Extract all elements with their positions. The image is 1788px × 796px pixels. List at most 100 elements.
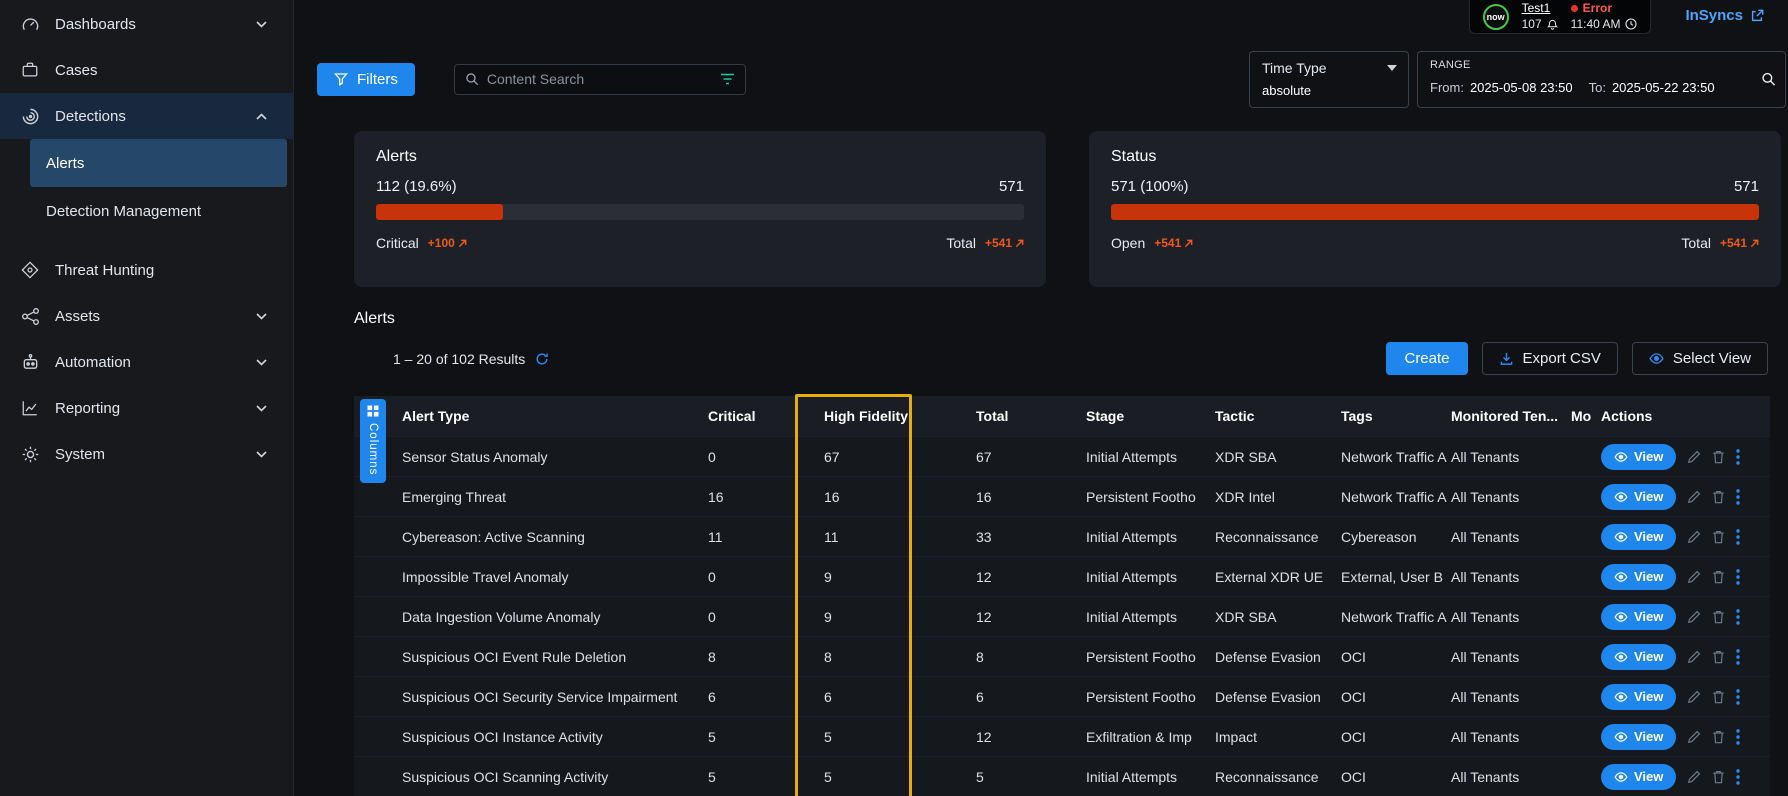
delete-icon[interactable] — [1712, 730, 1725, 744]
delete-icon[interactable] — [1712, 570, 1725, 584]
table-row[interactable]: Data Ingestion Volume Anomaly 0 9 12 Ini… — [354, 596, 1770, 636]
cell-alert-type[interactable]: Suspicious OCI Event Rule Deletion — [402, 649, 708, 665]
table-row[interactable]: Suspicious OCI Scanning Activity 5 5 5 I… — [354, 756, 1770, 796]
header-tactic[interactable]: Tactic — [1215, 408, 1341, 424]
eye-icon — [1614, 492, 1628, 502]
edit-icon[interactable] — [1687, 490, 1701, 504]
table-row[interactable]: Suspicious OCI Event Rule Deletion 8 8 8… — [354, 636, 1770, 676]
error-status[interactable]: Error — [1571, 2, 1638, 15]
account-name[interactable]: Test1 — [1522, 2, 1558, 15]
header-total[interactable]: Total — [976, 408, 1086, 424]
account-widget[interactable]: now Test1 107 Error — [1469, 0, 1652, 34]
kebab-menu-icon[interactable] — [1736, 569, 1740, 585]
table-row[interactable]: Suspicious OCI Security Service Impairme… — [354, 676, 1770, 716]
kebab-menu-icon[interactable] — [1736, 769, 1740, 785]
view-button[interactable]: View — [1601, 444, 1676, 470]
view-button[interactable]: View — [1601, 604, 1676, 630]
kebab-menu-icon[interactable] — [1736, 649, 1740, 665]
kebab-menu-icon[interactable] — [1736, 489, 1740, 505]
refresh-icon[interactable] — [535, 352, 549, 366]
sidebar-subitem-detection-management[interactable]: Detection Management — [0, 187, 293, 235]
cell-alert-type[interactable]: Suspicious OCI Scanning Activity — [402, 769, 708, 785]
table-row[interactable]: Sensor Status Anomaly 0 67 67 Initial At… — [354, 436, 1770, 476]
cell-alert-type[interactable]: Emerging Threat — [402, 489, 708, 505]
delete-icon[interactable] — [1712, 490, 1725, 504]
edit-icon[interactable] — [1687, 610, 1701, 624]
search-input[interactable] — [487, 71, 712, 87]
cell-critical: 8 — [708, 649, 824, 665]
header-critical[interactable]: Critical — [708, 408, 824, 424]
view-button[interactable]: View — [1601, 764, 1676, 790]
time-type-dropdown[interactable]: Time Type absolute — [1249, 51, 1409, 108]
sidebar-subitem-alerts[interactable]: Alerts — [30, 139, 287, 187]
range-picker[interactable]: RANGE From: 2025-05-08 23:50 To: 2025-05… — [1417, 51, 1786, 108]
edit-icon[interactable] — [1687, 570, 1701, 584]
kebab-menu-icon[interactable] — [1736, 689, 1740, 705]
table-row[interactable]: Suspicious OCI Instance Activity 5 5 12 … — [354, 716, 1770, 756]
export-csv-button[interactable]: Export CSV — [1482, 342, 1618, 375]
table-row[interactable]: Cybereason: Active Scanning 11 11 33 Ini… — [354, 516, 1770, 556]
cell-alert-type[interactable]: Suspicious OCI Security Service Impairme… — [402, 689, 708, 705]
sidebar-item-system[interactable]: System — [0, 431, 293, 477]
clock-icon — [1625, 18, 1637, 30]
view-button[interactable]: View — [1601, 644, 1676, 670]
notification-row[interactable]: 107 — [1522, 18, 1558, 31]
sidebar-item-dashboards[interactable]: Dashboards — [0, 1, 293, 47]
header-high-fidelity[interactable]: High Fidelity — [824, 408, 976, 424]
delete-icon[interactable] — [1712, 650, 1725, 664]
kebab-menu-icon[interactable] — [1736, 449, 1740, 465]
kebab-menu-icon[interactable] — [1736, 609, 1740, 625]
cell-tags: OCI — [1341, 769, 1451, 785]
delete-icon[interactable] — [1712, 530, 1725, 544]
cell-alert-type[interactable]: Impossible Travel Anomaly — [402, 569, 708, 585]
view-button[interactable]: View — [1601, 684, 1676, 710]
time-label: 11:40 AM — [1571, 18, 1621, 31]
edit-icon[interactable] — [1687, 770, 1701, 784]
table-row[interactable]: Emerging Threat 16 16 16 Persistent Foot… — [354, 476, 1770, 516]
view-button[interactable]: View — [1601, 524, 1676, 550]
cell-tags: Network Traffic A — [1341, 489, 1451, 505]
cell-alert-type[interactable]: Cybereason: Active Scanning — [402, 529, 708, 545]
view-button[interactable]: View — [1601, 564, 1676, 590]
edit-icon[interactable] — [1687, 650, 1701, 664]
cell-alert-type[interactable]: Sensor Status Anomaly — [402, 449, 708, 465]
kebab-menu-icon[interactable] — [1736, 729, 1740, 745]
time-row: 11:40 AM — [1571, 18, 1638, 31]
eye-icon — [1614, 692, 1628, 702]
cell-alert-type[interactable]: Suspicious OCI Instance Activity — [402, 729, 708, 745]
header-tags[interactable]: Tags — [1341, 408, 1451, 424]
sidebar-item-detections[interactable]: Detections — [0, 93, 293, 139]
view-button[interactable]: View — [1601, 724, 1676, 750]
filters-button[interactable]: Filters — [317, 63, 415, 96]
columns-button[interactable]: Columns — [360, 399, 386, 483]
edit-icon[interactable] — [1687, 690, 1701, 704]
table-row[interactable]: Impossible Travel Anomaly 0 9 12 Initial… — [354, 556, 1770, 596]
range-search-icon[interactable] — [1761, 72, 1776, 87]
sidebar-item-reporting[interactable]: Reporting — [0, 385, 293, 431]
header-monitored-tenants[interactable]: Monitored Ten... — [1451, 408, 1571, 424]
header-stage[interactable]: Stage — [1086, 408, 1215, 424]
delete-icon[interactable] — [1712, 770, 1725, 784]
progress-track — [1111, 204, 1759, 220]
edit-icon[interactable] — [1687, 730, 1701, 744]
cell-total: 33 — [976, 529, 1086, 545]
advanced-filter-icon[interactable] — [720, 73, 735, 85]
cell-alert-type[interactable]: Data Ingestion Volume Anomaly — [402, 609, 708, 625]
select-view-button[interactable]: Select View — [1632, 342, 1768, 375]
delete-icon[interactable] — [1712, 610, 1725, 624]
sidebar-item-automation[interactable]: Automation — [0, 339, 293, 385]
view-button-label: View — [1634, 769, 1663, 784]
sidebar-item-cases[interactable]: Cases — [0, 47, 293, 93]
sidebar-item-threat-hunting[interactable]: Threat Hunting — [0, 247, 293, 293]
insyncs-link[interactable]: InSyncs — [1685, 7, 1764, 24]
header-alert-type[interactable]: Alert Type — [402, 408, 708, 424]
view-button[interactable]: View — [1601, 484, 1676, 510]
edit-icon[interactable] — [1687, 530, 1701, 544]
sidebar-item-assets[interactable]: Assets — [0, 293, 293, 339]
edit-icon[interactable] — [1687, 450, 1701, 464]
create-button[interactable]: Create — [1386, 342, 1467, 375]
delete-icon[interactable] — [1712, 690, 1725, 704]
header-mo[interactable]: Mo — [1571, 408, 1601, 424]
delete-icon[interactable] — [1712, 450, 1725, 464]
kebab-menu-icon[interactable] — [1736, 529, 1740, 545]
